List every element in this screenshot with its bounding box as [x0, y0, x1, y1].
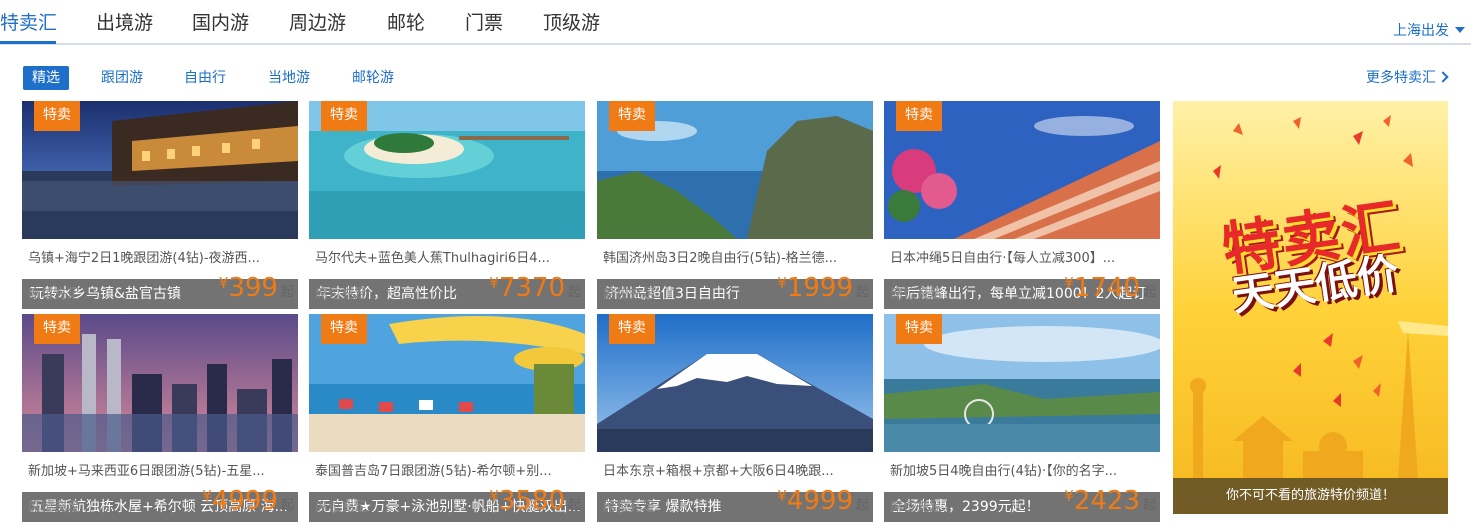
deal-price: ¥7370 起: [489, 273, 581, 303]
price-value: 4999: [211, 486, 278, 516]
deal-card[interactable]: 特卖 五星新航独栋水屋+希尔顿 云顶高原 海... 新加坡+马来西亚6日跟团游(…: [22, 314, 298, 522]
deal-title[interactable]: 日本东京+箱根+京都+大阪6日4晚跟...: [603, 460, 869, 479]
deal-badge: 特卖: [896, 314, 942, 344]
deal-title[interactable]: 马尔代夫+蓝色美人蕉Thulhagiri6日4...: [315, 247, 581, 266]
price-value: 3580: [498, 486, 565, 516]
price-value: 1999: [786, 273, 853, 303]
deal-badge: 特卖: [34, 314, 80, 344]
price-value: 7370: [498, 273, 565, 303]
deal-price: ¥3580 起: [489, 486, 581, 516]
availability-status: 席位充足: [890, 287, 943, 302]
more-deals-link[interactable]: 更多特卖汇: [1366, 67, 1449, 87]
price-value: 1740: [1073, 273, 1140, 303]
subtab-group-tour[interactable]: 跟团游: [101, 66, 143, 90]
deal-badge: 特卖: [896, 101, 942, 131]
deal-badge: 特卖: [321, 314, 367, 344]
subtab-featured[interactable]: 精选: [23, 66, 69, 90]
deal-badge: 特卖: [609, 101, 655, 131]
tab-outbound[interactable]: 出境游: [96, 8, 153, 35]
availability-status: 席位充足: [603, 500, 656, 515]
deal-title[interactable]: 日本冲绳5日自由行·【每人立减300】...: [890, 247, 1156, 266]
more-deals-label: 更多特卖汇: [1366, 70, 1436, 86]
deal-price: ¥399 起: [219, 273, 294, 303]
price-suffix: 起: [567, 498, 581, 513]
subtab-cruise[interactable]: 邮轮游: [352, 66, 394, 90]
price-suffix: 起: [1142, 498, 1156, 513]
price-suffix: 起: [567, 285, 581, 300]
availability-status: 席位充足: [28, 500, 81, 515]
currency-symbol: ¥: [777, 487, 787, 505]
currency-symbol: ¥: [202, 487, 212, 505]
price-value: 2423: [1073, 486, 1140, 516]
price-suffix: 起: [280, 285, 294, 300]
availability-status: 席位充足: [603, 287, 656, 302]
deal-card[interactable]: 特卖 年后错峰出行，每单立减1000！2人起订 日本冲绳5日自由行·【每人立减3…: [884, 101, 1160, 309]
deal-badge: 特卖: [609, 314, 655, 344]
currency-symbol: ¥: [489, 487, 499, 505]
currency-symbol: ¥: [1064, 487, 1074, 505]
active-tab-indicator: [0, 41, 56, 44]
availability-status: 席位充足: [315, 287, 368, 302]
tab-cruise[interactable]: 邮轮: [387, 8, 425, 35]
deal-title[interactable]: 泰国普吉岛7日跟团游(5钻)-希尔顿+别...: [315, 460, 581, 479]
availability-status: 席位充足: [890, 500, 943, 515]
tab-domestic[interactable]: 国内游: [192, 8, 249, 35]
deal-badge: 特卖: [34, 101, 80, 131]
deal-card[interactable]: 特卖 玩转水乡乌镇&盐官古镇 乌镇+海宁2日1晚跟团游(4钻)-夜游西... 席…: [22, 101, 298, 309]
promo-footer: 你不可不看的旅游特价频道！: [1173, 478, 1448, 514]
deal-title[interactable]: 韩国济州岛3日2晚自由行(5钻)-格兰德...: [603, 247, 869, 266]
promo-banner[interactable]: 特卖汇 天天低价 你不可不看的旅游特价频道！: [1173, 101, 1448, 514]
chevron-right-icon: [1437, 71, 1449, 83]
deal-title[interactable]: 乌镇+海宁2日1晚跟团游(4钻)-夜游西...: [28, 247, 294, 266]
tab-temaihui[interactable]: 特卖汇: [0, 8, 57, 35]
price-suffix: 起: [855, 498, 869, 513]
departure-city-select[interactable]: 上海出发: [1393, 20, 1465, 40]
deal-price: ¥4999 起: [777, 486, 869, 516]
subtab-local[interactable]: 当地游: [268, 66, 310, 90]
deal-price: ¥2423 起: [1064, 486, 1156, 516]
currency-symbol: ¥: [218, 274, 229, 292]
deal-title[interactable]: 新加坡+马来西亚6日跟团游(5钻)-五星...: [28, 460, 294, 479]
deal-badge: 特卖: [321, 101, 367, 131]
currency-symbol: ¥: [489, 274, 499, 292]
deal-title[interactable]: 新加坡5日4晚自由行(4钻)·【你的名字...: [890, 460, 1156, 479]
price-suffix: 起: [1142, 285, 1156, 300]
deal-price: ¥1740 起: [1064, 273, 1156, 303]
price-value: 4999: [786, 486, 853, 516]
deal-price: ¥1999 起: [777, 273, 869, 303]
tab-luxury[interactable]: 顶级游: [543, 8, 600, 35]
price-suffix: 起: [855, 285, 869, 300]
caret-down-icon: [1455, 27, 1465, 33]
currency-symbol: ¥: [777, 274, 787, 292]
currency-symbol: ¥: [1064, 274, 1074, 292]
subtab-independent[interactable]: 自由行: [184, 66, 226, 90]
deal-price: ¥4999 起: [202, 486, 294, 516]
deal-card[interactable]: 特卖 特卖专享 爆款特推 日本东京+箱根+京都+大阪6日4晚跟... 席位充足 …: [597, 314, 873, 522]
deal-card[interactable]: 特卖 年末特价，超高性价比 马尔代夫+蓝色美人蕉Thulhagiri6日4...…: [309, 101, 585, 309]
price-suffix: 起: [280, 498, 294, 513]
deal-card[interactable]: 特卖 无自费★万豪+泳池别墅·帆船+快艇双出... 泰国普吉岛7日跟团游(5钻)…: [309, 314, 585, 522]
tab-nearby[interactable]: 周边游: [289, 8, 346, 35]
price-value: 399: [228, 273, 278, 303]
departure-city-label: 上海出发: [1393, 23, 1449, 39]
availability-status: 席位充足: [315, 500, 368, 515]
deal-card[interactable]: 特卖 全场特惠，2399元起！ 新加坡5日4晚自由行(4钻)·【你的名字... …: [884, 314, 1160, 522]
deal-card[interactable]: 特卖 济州岛超值3日自由行 韩国济州岛3日2晚自由行(5钻)-格兰德... 席位…: [597, 101, 873, 309]
availability-status: 席位充足: [28, 287, 81, 302]
tab-tickets[interactable]: 门票: [465, 8, 503, 35]
top-nav: 特卖汇 出境游 国内游 周边游 邮轮 门票 顶级游 上海出发: [0, 0, 1471, 45]
